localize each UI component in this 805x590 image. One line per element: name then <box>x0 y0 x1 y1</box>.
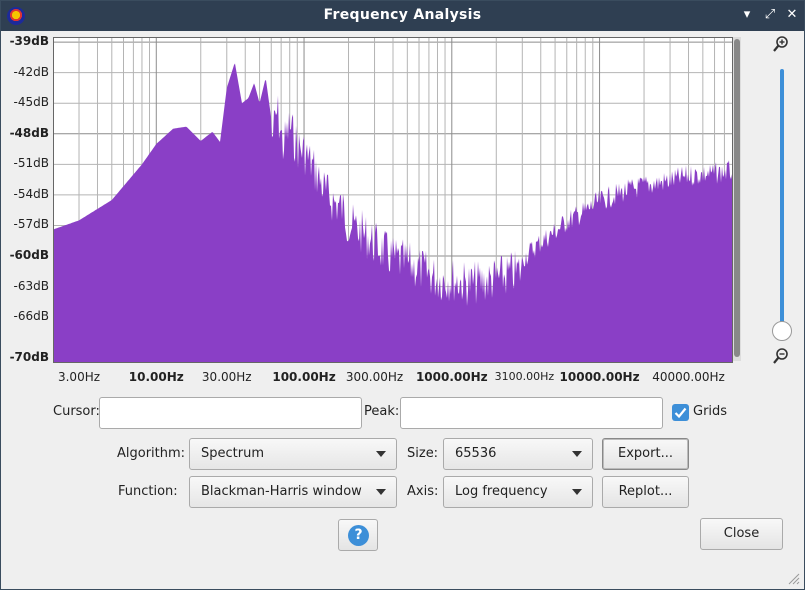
y-tick-label: -63dB <box>13 278 49 293</box>
plot-area: -39dB -42dB -45dB -48dB -51dB -54dB -57dB -60dB… <box>1 31 804 391</box>
help-button[interactable]: ? <box>338 519 378 551</box>
x-tick-label: 3.00Hz <box>57 370 101 384</box>
close-button[interactable]: Close <box>700 518 783 550</box>
spectrum-plot[interactable] <box>53 37 733 363</box>
zoom-slider-track[interactable] <box>780 69 784 341</box>
x-tick-label: 10000.00Hz <box>559 370 640 384</box>
y-tick-label: -66dB <box>13 309 49 324</box>
function-value: Blackman-Harris window <box>201 484 362 499</box>
y-tick-label: -70dB <box>9 349 49 364</box>
vertical-scroll-thumb[interactable] <box>734 39 740 357</box>
algorithm-select[interactable]: Spectrum <box>189 438 397 470</box>
frequency-analysis-window: Frequency Analysis ▾ ⤢ ✕ -39dB -42dB -45dB… <box>0 0 805 590</box>
y-tick-label: -57dB <box>13 217 49 232</box>
function-label: Function: <box>118 484 178 499</box>
axis-label: Axis: <box>407 484 439 499</box>
window-title: Frequency Analysis <box>323 7 482 23</box>
peak-label: Peak: <box>364 404 400 419</box>
x-tick-label: 100.00Hz <box>272 370 336 384</box>
maximize-icon[interactable]: ⤢ <box>762 7 778 23</box>
peak-field[interactable] <box>400 397 663 429</box>
x-tick-label: 30.00Hz <box>201 370 252 384</box>
chevron-down-icon <box>572 489 582 495</box>
resize-grip-icon[interactable] <box>786 571 800 585</box>
cursor-field[interactable] <box>99 397 362 429</box>
grids-label: Grids <box>693 404 728 419</box>
x-tick-label: 40000.00Hz <box>652 370 725 384</box>
minimize-icon[interactable]: ▾ <box>739 7 755 23</box>
close-window-icon[interactable]: ✕ <box>784 7 800 23</box>
function-select[interactable]: Blackman-Harris window <box>189 476 397 508</box>
y-tick-label: -48dB <box>9 125 49 140</box>
help-icon: ? <box>348 525 369 546</box>
size-value: 65536 <box>455 446 497 461</box>
zoom-in-icon[interactable] <box>772 35 790 53</box>
y-tick-label: -39dB <box>9 34 49 49</box>
x-tick-label: 10.00Hz <box>128 370 184 384</box>
export-button[interactable]: Export... <box>602 438 689 470</box>
grids-checkbox[interactable] <box>672 404 689 421</box>
axis-select[interactable]: Log frequency <box>443 476 593 508</box>
chevron-down-icon <box>572 451 582 457</box>
algorithm-value: Spectrum <box>201 446 264 461</box>
y-tick-label: -42dB <box>13 64 49 79</box>
zoom-out-icon[interactable] <box>772 347 790 365</box>
checkmark-icon <box>674 407 687 419</box>
axis-value: Log frequency <box>455 484 548 499</box>
replot-button[interactable]: Replot... <box>602 476 689 508</box>
y-tick-label: -45dB <box>13 95 49 110</box>
x-tick-label: 3100.00Hz <box>494 370 555 383</box>
size-select[interactable]: 65536 <box>443 438 593 470</box>
y-tick-label: -60dB <box>9 248 49 263</box>
chevron-down-icon <box>376 451 386 457</box>
y-tick-label: -51dB <box>13 156 49 171</box>
vertical-scrollbar[interactable] <box>733 37 741 361</box>
size-label: Size: <box>407 446 439 461</box>
x-tick-label: 1000.00Hz <box>415 370 488 384</box>
x-tick-label: 300.00Hz <box>345 370 404 384</box>
algorithm-label: Algorithm: <box>117 446 186 461</box>
zoom-slider-knob[interactable] <box>772 321 792 341</box>
y-tick-label: -54dB <box>13 186 49 201</box>
title-bar: Frequency Analysis ▾ ⤢ ✕ <box>1 1 804 31</box>
cursor-label: Cursor: <box>53 404 100 419</box>
chevron-down-icon <box>376 489 386 495</box>
